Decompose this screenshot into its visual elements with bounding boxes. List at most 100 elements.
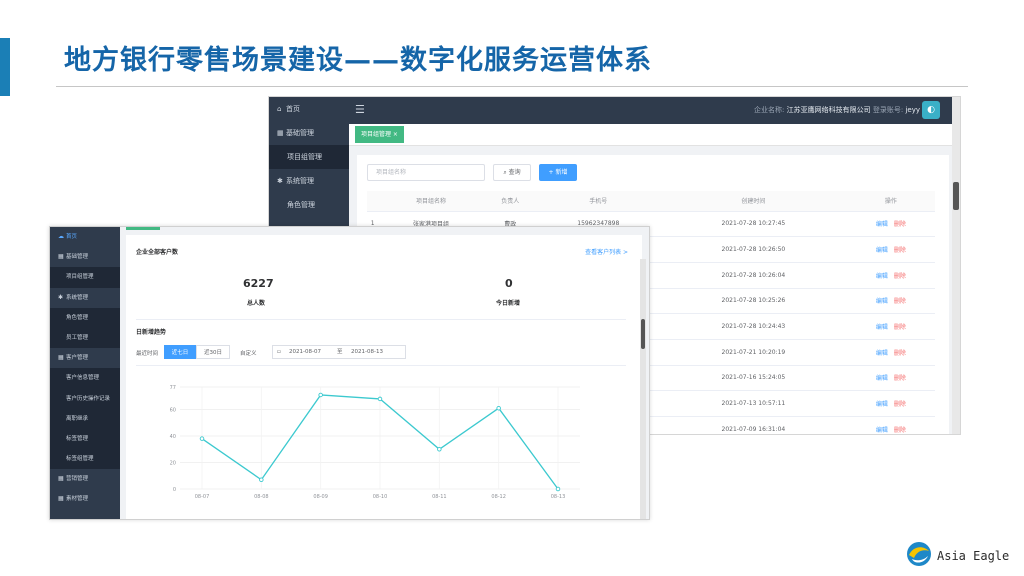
edit-link[interactable]: 编辑 — [876, 247, 888, 254]
sidebar-item-label: 首页 — [286, 105, 300, 113]
tab-project-group[interactable]: 项目组管理 × — [355, 126, 404, 143]
sidebar-item-label: 员工管理 — [66, 335, 88, 341]
x-tick-label: 08-13 — [551, 494, 566, 500]
sidebar-item[interactable]: 角色管理 — [50, 308, 120, 328]
edit-link[interactable]: 编辑 — [876, 375, 888, 382]
table-header-row: 项目组名称负责人手机号创建时间操作 — [367, 191, 935, 211]
edit-link[interactable]: 编辑 — [876, 401, 888, 408]
column-header: 负责人 — [484, 191, 537, 211]
sidebar-item[interactable]: ▦基础管理 — [269, 121, 349, 145]
sidebar-item[interactable]: 客户历史操作记录 — [50, 389, 120, 409]
delete-link[interactable]: 删除 — [894, 324, 906, 331]
last-30-days-button[interactable]: 近30日 — [196, 345, 230, 359]
new-button[interactable]: + 新增 — [539, 164, 577, 181]
cell-created: 2021-07-21 10:20:19 — [660, 339, 847, 365]
avatar[interactable]: ◐ — [922, 101, 940, 119]
x-tick-label: 08-07 — [195, 494, 210, 500]
sidebar-item-label: 标签组管理 — [66, 456, 94, 462]
data-point — [556, 487, 560, 491]
edit-link[interactable]: 编辑 — [876, 350, 888, 357]
sidebar-item[interactable]: 标签组管理 — [50, 449, 120, 469]
data-point — [438, 447, 442, 451]
sidebar-item[interactable]: 项目组管理 — [50, 267, 120, 287]
cell-actions: 编辑删除 — [847, 237, 935, 263]
sidebar-item-label: 项目组管理 — [287, 153, 322, 161]
delete-link[interactable]: 删除 — [894, 375, 906, 382]
sidebar-item[interactable]: ▦基础管理 — [50, 247, 120, 267]
edit-link[interactable]: 编辑 — [876, 221, 888, 228]
dashboard-scrollbar[interactable] — [640, 259, 646, 520]
project-name-input[interactable]: 项目组名称 — [367, 164, 485, 181]
sidebar-item[interactable]: ⌂首页 — [269, 97, 349, 121]
sidebar-item[interactable]: ☁首页 — [50, 227, 120, 247]
edit-link[interactable]: 编辑 — [876, 298, 888, 305]
delete-link[interactable]: 删除 — [894, 401, 906, 408]
cell-actions: 编辑删除 — [847, 365, 935, 391]
cell-actions: 编辑删除 — [847, 288, 935, 314]
column-header: 手机号 — [537, 191, 660, 211]
date-range-picker[interactable]: ▫ 2021-08-07 至 2021-08-13 — [272, 345, 406, 359]
data-point — [260, 478, 264, 482]
x-tick-label: 08-09 — [313, 494, 328, 500]
delete-link[interactable]: 删除 — [894, 350, 906, 357]
sidebar-item[interactable]: ✱系统管理 — [269, 169, 349, 193]
custom-label: 自定义 — [240, 349, 257, 357]
sidebar-item[interactable]: ▦素材管理 — [50, 489, 120, 509]
edit-link[interactable]: 编辑 — [876, 324, 888, 331]
x-tick-label: 08-10 — [373, 494, 388, 500]
grid-icon: ▦ — [58, 489, 66, 509]
today-new-label: 今日新增 — [496, 298, 520, 307]
sidebar-item[interactable]: 离职继承 — [50, 409, 120, 429]
edit-link[interactable]: 编辑 — [876, 427, 888, 434]
date-to: 2021-08-13 — [351, 346, 383, 358]
delete-link[interactable]: 删除 — [894, 221, 906, 228]
sidebar-item[interactable]: 标签管理 — [50, 429, 120, 449]
date-separator: 至 — [337, 346, 343, 358]
divider — [136, 319, 626, 320]
sidebar-item-label: 系统管理 — [66, 295, 88, 301]
delete-link[interactable]: 删除 — [894, 247, 906, 254]
sidebar-item[interactable]: ✱系统管理 — [50, 288, 120, 308]
divider — [136, 365, 626, 366]
cell-actions: 编辑删除 — [847, 391, 935, 417]
last-7-days-button[interactable]: 近七日 — [164, 345, 196, 359]
data-point — [319, 393, 323, 397]
today-new-value: 0 — [505, 277, 513, 290]
edit-link[interactable]: 编辑 — [876, 273, 888, 280]
sidebar-item[interactable]: ▦营销管理 — [50, 469, 120, 489]
data-point — [378, 397, 382, 401]
asia-eagle-logo-icon — [905, 540, 933, 568]
sidebar-item-label: 客户历史操作记录 — [66, 396, 110, 402]
sidebar-item[interactable]: 项目组管理 — [269, 145, 349, 169]
slide-title: 地方银行零售场景建设——数字化服务运营体系 — [64, 38, 652, 77]
sidebar-item[interactable]: 角色管理 — [269, 193, 349, 217]
sidebar-item[interactable]: ▦客户管理 — [50, 348, 120, 368]
slide-accent-bar — [0, 38, 10, 96]
column-header: 操作 — [847, 191, 935, 211]
cell-created: 2021-07-28 10:25:26 — [660, 288, 847, 314]
cell-actions: 编辑删除 — [847, 417, 935, 436]
scroll-thumb[interactable] — [641, 319, 645, 349]
delete-link[interactable]: 删除 — [894, 298, 906, 305]
trend-title: 日新增趋势 — [136, 327, 166, 336]
corp-info: 企业名称: 江苏亚鹰网络科技有限公司 登录账号: jeyy — [754, 105, 920, 115]
column-header: 项目组名称 — [378, 191, 484, 211]
menu-toggle-icon[interactable]: ☰ — [355, 103, 365, 116]
scroll-thumb[interactable] — [953, 182, 959, 210]
sidebar-item-label: 首页 — [66, 234, 77, 240]
section-title: 企业全部客户数 — [136, 247, 178, 256]
sidebar-item[interactable]: 员工管理 — [50, 328, 120, 348]
customer-dashboard-screenshot: ☁首页▦基础管理项目组管理✱系统管理角色管理员工管理 ▦客户管理客户信息管理客户历… — [49, 226, 650, 520]
column-header — [367, 191, 378, 211]
page-scrollbar[interactable] — [952, 97, 960, 434]
y-tick-label: 60 — [170, 408, 176, 414]
query-button[interactable]: ⌕ 查询 — [493, 164, 531, 181]
sidebar-item[interactable]: 客户信息管理 — [50, 368, 120, 388]
view-customer-list-link[interactable]: 查看客户列表 > — [585, 247, 628, 256]
x-tick-label: 08-11 — [432, 494, 447, 500]
cell-created: 2021-07-28 10:26:04 — [660, 262, 847, 288]
sidebar-item-label: 系统管理 — [286, 177, 314, 185]
delete-link[interactable]: 删除 — [894, 427, 906, 434]
cell-created: 2021-07-09 16:31:04 — [660, 417, 847, 436]
delete-link[interactable]: 删除 — [894, 273, 906, 280]
